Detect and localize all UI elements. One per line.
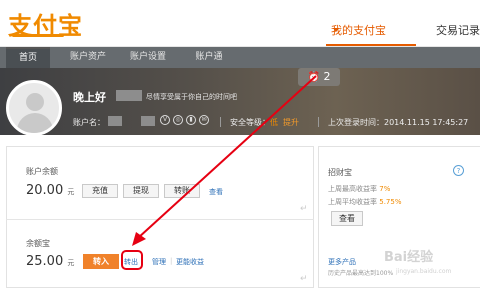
watermark-url: jingyan.baidu.com: [396, 268, 452, 275]
arrow-head-icon: [132, 232, 146, 246]
arrow-shaft: [137, 75, 317, 239]
annotation-arrow: [132, 75, 317, 246]
baidu-jingyan-watermark: Bai经验: [384, 250, 434, 265]
